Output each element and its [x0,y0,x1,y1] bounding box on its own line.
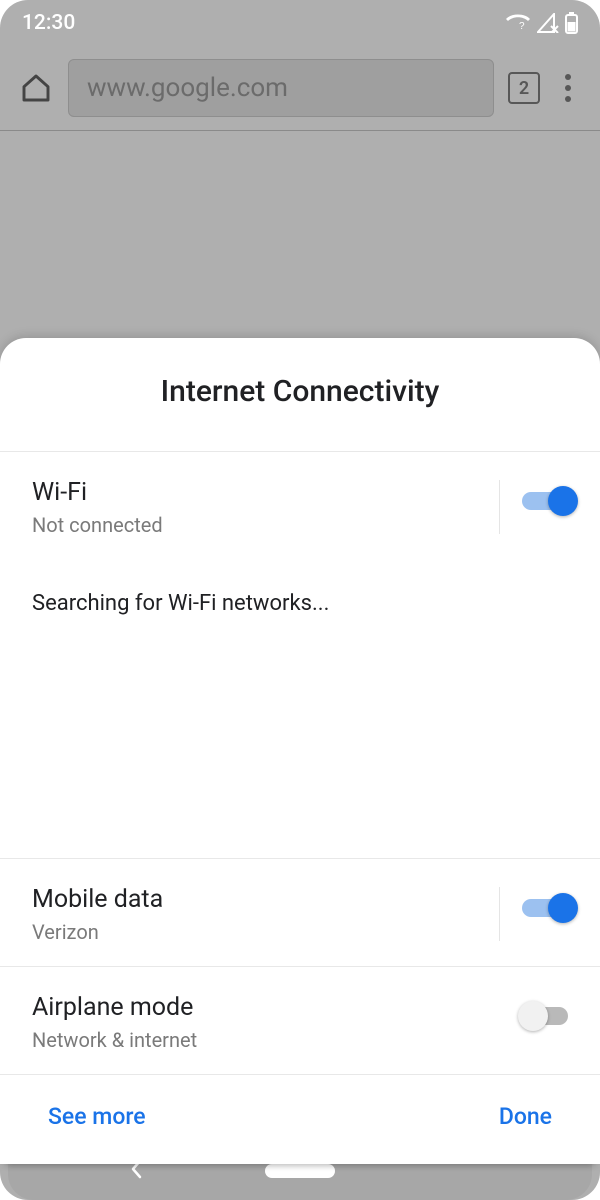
status-icons: ? [505,12,578,34]
wifi-label: Wi-Fi [32,478,487,507]
airplane-mode-row[interactable]: Airplane mode Network & internet [0,967,600,1074]
done-button[interactable]: Done [499,1103,552,1130]
browser-toolbar: www.google.com 2 [0,46,600,130]
airplane-mode-toggle[interactable] [522,999,574,1031]
signal-x-icon [537,13,559,33]
tab-count: 2 [519,78,529,99]
wifi-sublabel: Not connected [32,513,487,537]
mobile-data-label: Mobile data [32,885,487,914]
wifi-toggle[interactable] [522,484,574,516]
home-pill[interactable] [265,1164,335,1178]
row-separator [499,480,500,534]
tabs-button[interactable]: 2 [508,72,540,104]
row-separator [499,887,500,941]
sheet-footer: See more Done [0,1075,600,1164]
svg-text:?: ? [519,21,525,32]
wifi-search-status: Searching for Wi-Fi networks... [0,559,600,858]
see-more-button[interactable]: See more [48,1103,146,1130]
home-icon [20,72,52,104]
home-button[interactable] [18,70,54,106]
wifi-row[interactable]: Wi-Fi Not connected [0,452,600,559]
device-frame: 12:30 ? www.google.com [0,0,600,1200]
connectivity-bottom-sheet: Internet Connectivity Wi-Fi Not connecte… [0,338,600,1164]
mobile-data-sublabel: Verizon [32,920,487,944]
airplane-mode-label: Airplane mode [32,993,487,1022]
mobile-data-row[interactable]: Mobile data Verizon [0,859,600,966]
url-text: www.google.com [87,73,288,103]
status-bar: 12:30 ? [0,0,600,46]
airplane-mode-sublabel: Network & internet [32,1028,487,1052]
toolbar-divider [0,130,600,131]
status-time: 12:30 [22,11,75,35]
overflow-menu-button[interactable] [554,68,582,108]
battery-icon [565,12,578,34]
wifi-question-icon: ? [505,12,531,34]
sheet-title: Internet Connectivity [0,338,600,451]
mobile-data-toggle[interactable] [522,891,574,923]
more-vert-icon [565,74,571,80]
url-bar[interactable]: www.google.com [68,59,494,117]
